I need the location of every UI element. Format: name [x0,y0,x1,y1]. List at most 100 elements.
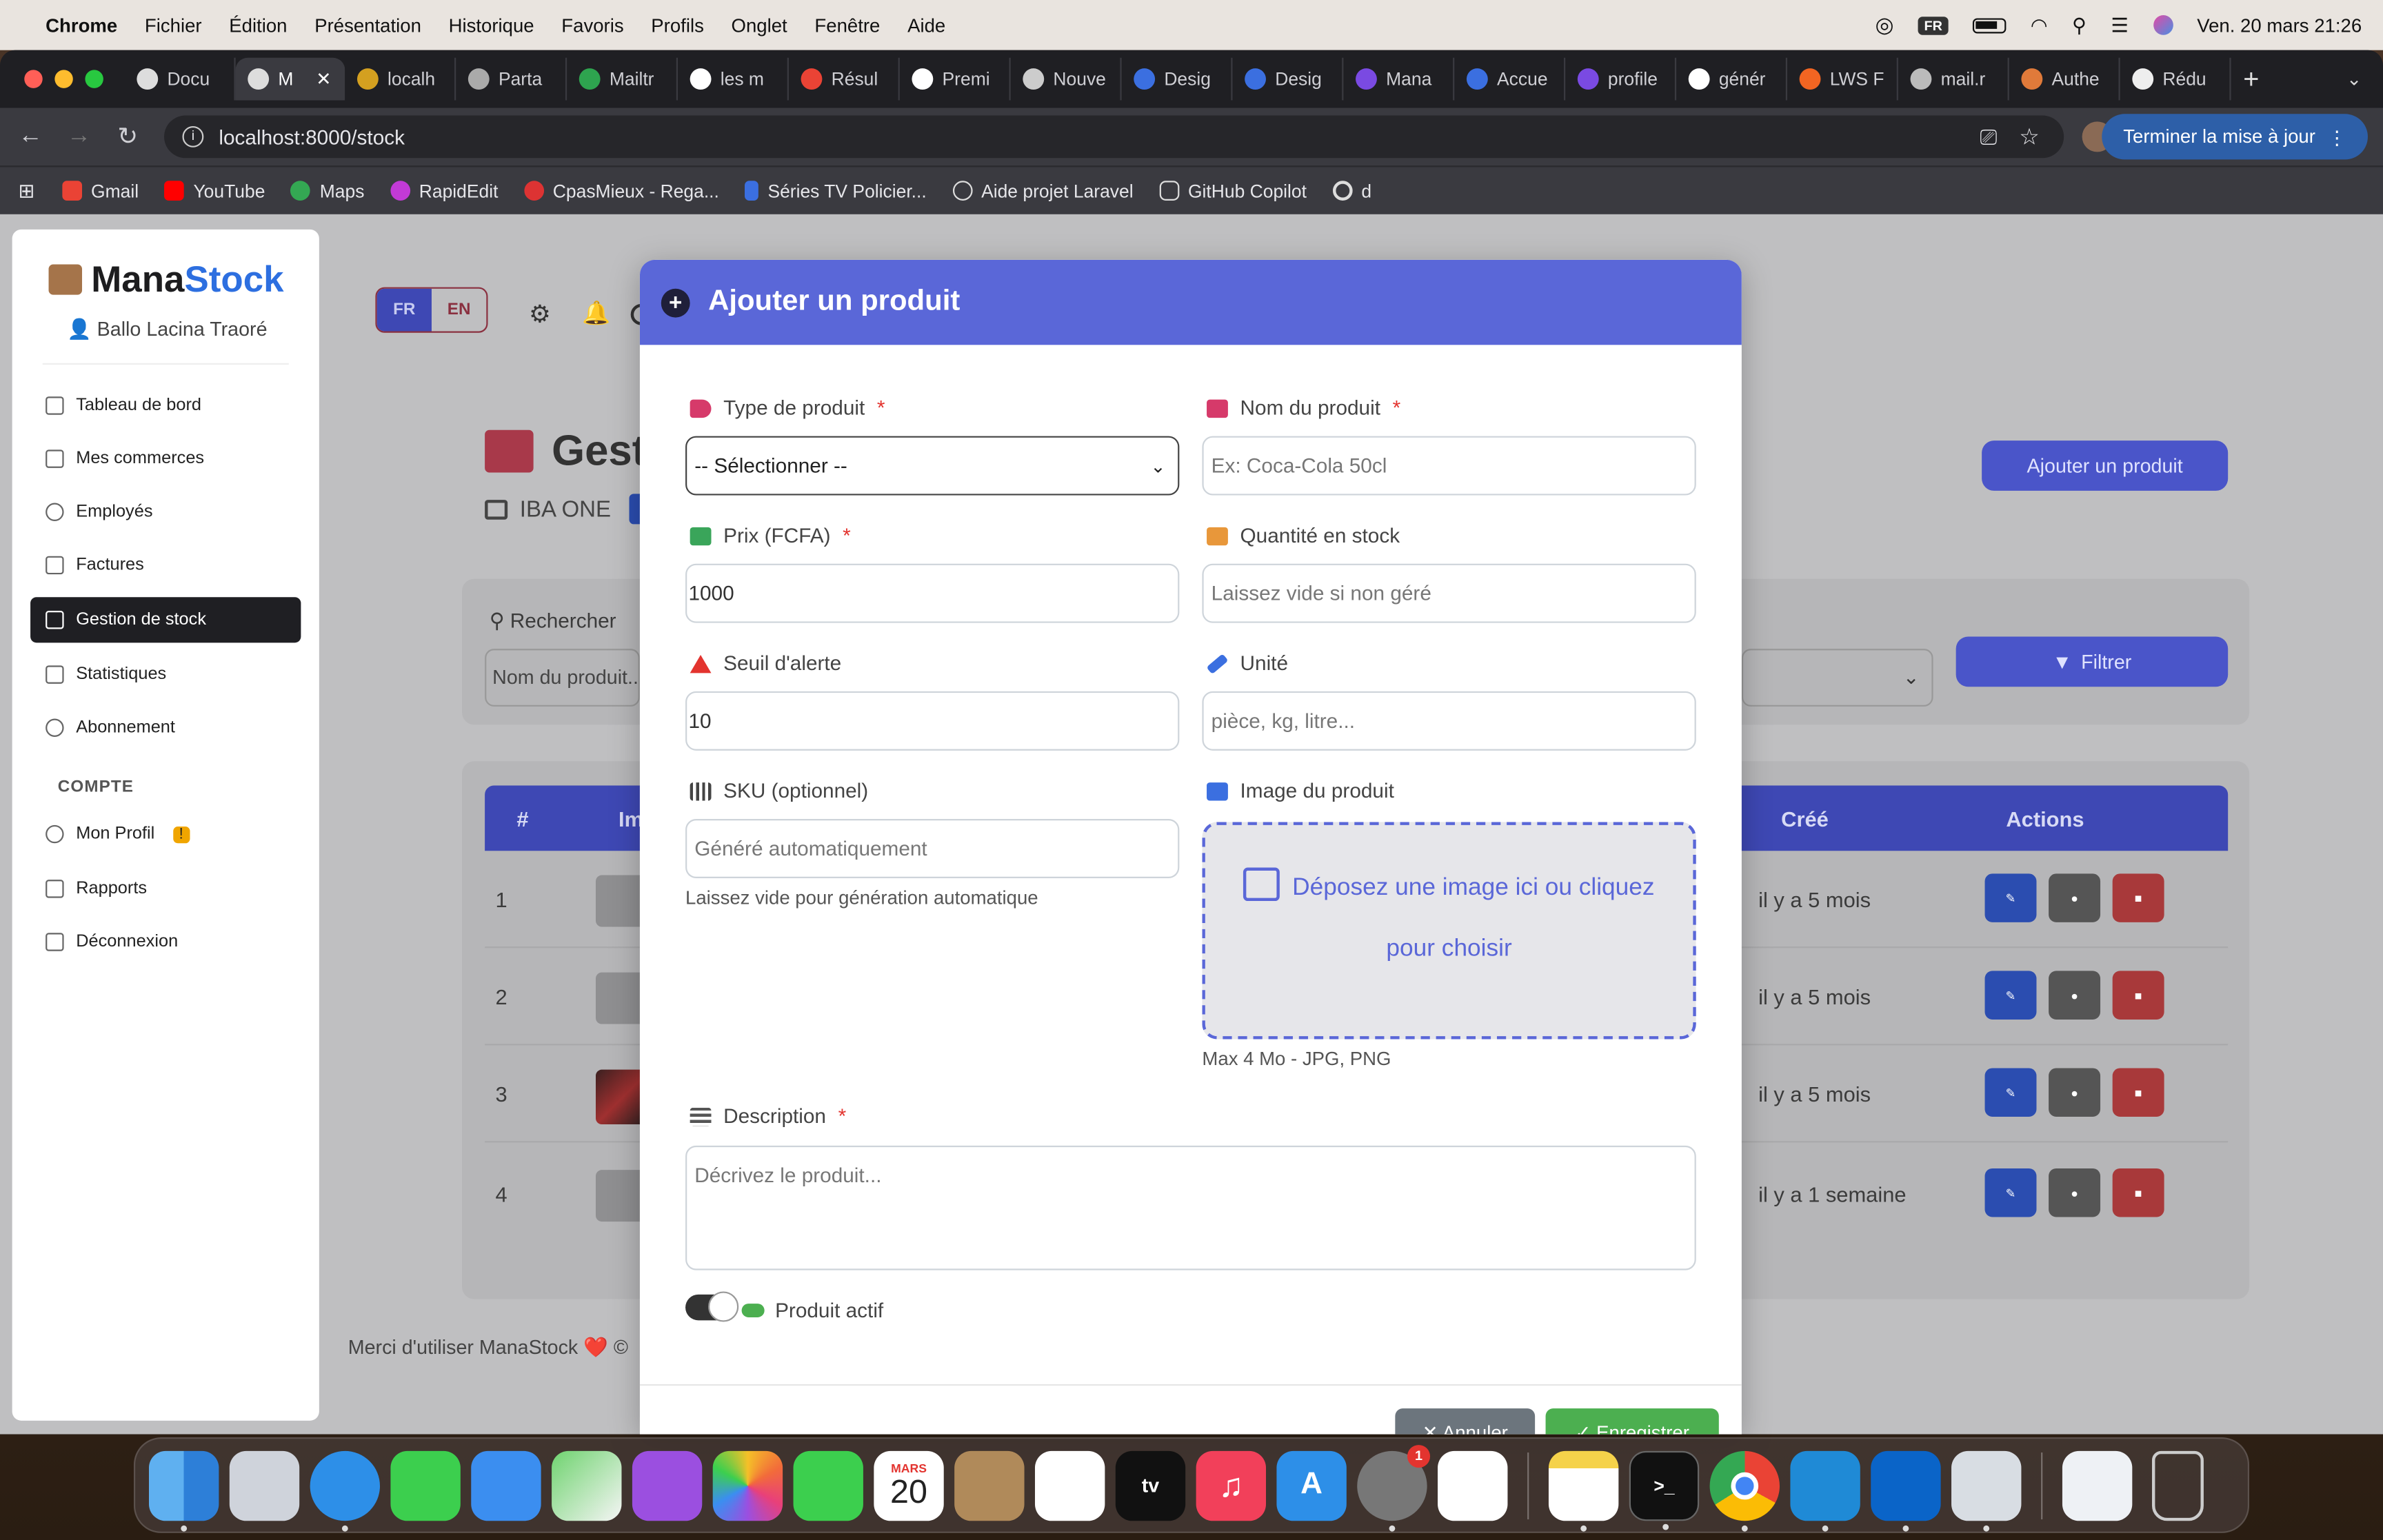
browser-tab[interactable]: Accue [1454,57,1566,101]
messages-icon[interactable] [390,1450,461,1521]
active-toggle[interactable] [685,1291,739,1322]
maps-icon[interactable] [552,1450,622,1521]
sku-input[interactable]: Généré automatiquement [685,819,1180,878]
view-button[interactable]: ● [2049,971,2101,1020]
browser-tab[interactable]: génér [1676,57,1787,101]
sidebar-item-reports[interactable]: Rapports [30,866,301,911]
finder-icon[interactable] [148,1450,219,1531]
browser-tab[interactable]: Mailtr [567,57,678,101]
reload-icon[interactable]: ↻ [103,121,152,152]
cancel-button[interactable]: ✕ Annuler [1395,1408,1536,1435]
browser-tab[interactable]: LWS F [1787,57,1898,101]
category-select[interactable]: ⌄ [1741,649,1933,707]
sidebar-item-employees[interactable]: Employés [30,489,301,535]
close-window-button[interactable] [24,70,43,88]
bookmark-aide-laravel[interactable]: Aide projet Laravel [952,180,1134,201]
music-icon[interactable]: ♫ [1196,1450,1266,1521]
url-text[interactable]: localhost:8000/stock [219,125,405,148]
view-button[interactable]: ● [2049,873,2101,922]
menu-fichier[interactable]: Fichier [145,14,202,36]
app-logo[interactable]: ManaStock [48,260,284,303]
delete-button[interactable]: ■ [2112,1068,2164,1117]
zoom-window-button[interactable] [85,70,103,88]
description-textarea[interactable]: Décrivez le produit... [685,1145,1696,1270]
battery-icon[interactable] [1973,17,2007,33]
unit-input[interactable]: pièce, kg, litre... [1202,691,1696,751]
filter-button[interactable]: ▼ Filtrer [1955,636,2229,687]
lang-en-button[interactable]: EN [432,289,486,332]
wifi-icon[interactable]: ◠ [2031,13,2048,37]
close-tab-icon[interactable]: ✕ [316,68,331,90]
view-button[interactable]: ● [2049,1068,2101,1117]
back-icon[interactable]: ← [6,123,55,151]
browser-tab[interactable]: Rédu [2120,57,2231,101]
sidebar-item-profile[interactable]: Mon Profil! [30,811,301,857]
price-input[interactable]: 1000 [685,563,1180,623]
edit-button[interactable]: ✎ [1984,873,2037,922]
launchpad-icon[interactable] [229,1450,300,1521]
delete-button[interactable]: ■ [2112,1168,2164,1217]
view-button[interactable]: ● [2049,1168,2101,1217]
browser-tab[interactable]: Authe [2009,57,2120,101]
edit-button[interactable]: ✎ [1984,1068,2037,1117]
downloads-folder-icon[interactable] [2062,1450,2133,1521]
minimize-window-button[interactable] [54,70,73,88]
menu-profils[interactable]: Profils [651,14,704,36]
browser-tab[interactable]: Résul [789,57,900,101]
settings-icon[interactable]: ⚙ [529,299,551,330]
bookmark-rapidedit[interactable]: RapidEdit [390,180,498,201]
bell-icon[interactable]: 🔔 [582,299,610,326]
menu-favoris[interactable]: Favoris [561,14,623,36]
browser-tab[interactable]: profile [1565,57,1677,101]
bookmark-maps[interactable]: Maps [290,180,364,201]
browser-tab[interactable]: mail.r [1898,57,2009,101]
sidebar-item-subscription[interactable]: Abonnement [30,705,301,751]
calendar-icon[interactable]: MARS 20 [874,1450,944,1521]
sidebar-item-shops[interactable]: Mes commerces [30,436,301,482]
notes-icon[interactable] [1548,1450,1619,1531]
preview-icon[interactable] [1951,1450,2022,1531]
reminders-icon[interactable] [1034,1450,1105,1521]
app-store-icon[interactable]: A [1276,1450,1347,1521]
creative-cloud-icon[interactable]: ◎ [1875,12,1893,38]
menu-aide[interactable]: Aide [907,14,945,36]
edit-button[interactable]: ✎ [1984,971,2037,1020]
sidebar-item-statistics[interactable]: Statistiques [30,652,301,698]
mail-icon[interactable] [471,1450,541,1521]
install-app-icon[interactable]: ⎚ [1980,124,1997,150]
tab-search-chevron-icon[interactable]: ⌄ [2346,68,2362,90]
contacts-icon[interactable] [954,1450,1025,1521]
menu-fenetre[interactable]: Fenêtre [814,14,880,36]
bookmark-youtube[interactable]: YouTube [164,180,265,201]
system-settings-icon[interactable]: 1 [1357,1443,1431,1531]
browser-tab[interactable]: Parta [456,57,567,101]
chrome-icon[interactable] [1709,1450,1780,1531]
apple-tv-icon[interactable]: tv [1115,1450,1186,1521]
menu-onglet[interactable]: Onglet [732,14,787,36]
edit-button[interactable]: ✎ [1984,1168,2037,1217]
new-tab-button[interactable]: + [2243,63,2259,94]
image-dropzone[interactable]: Déposez une image ici ou cliquez pour ch… [1202,822,1696,1040]
bookmark-star-icon[interactable]: ☆ [2019,123,2040,150]
apps-grid-icon[interactable]: ⊞ [18,179,34,203]
input-source-indicator[interactable]: FR [1918,16,1949,34]
facetime-icon[interactable] [793,1450,863,1521]
browser-tab-active[interactable]: M ✕ [235,57,345,101]
terminal-icon[interactable]: >_ [1629,1450,1700,1530]
delete-button[interactable]: ■ [2112,971,2164,1020]
bookmark-github-copilot[interactable]: GitHub Copilot [1159,180,1307,201]
lang-fr-button[interactable]: FR [376,288,432,332]
freeform-icon[interactable] [1438,1450,1508,1521]
update-chrome-button[interactable]: Terminer la mise à jour ⋮ [2102,114,2368,160]
browser-tab[interactable]: localh [345,57,456,101]
menubar-clock[interactable]: Ven. 20 mars 21:26 [2197,14,2362,36]
search-input[interactable]: Nom du produit... [485,649,640,707]
spotlight-search-icon[interactable]: ⚲ [2072,13,2087,37]
browser-tab[interactable]: Mana [1343,57,1455,101]
product-type-select[interactable]: -- Sélectionner -- ⌄ [685,436,1180,496]
sidebar-item-stock[interactable]: Gestion de stock [30,597,301,643]
vscode-icon[interactable] [1790,1450,1860,1531]
browser-tab[interactable]: Desig [1122,57,1233,101]
product-name-input[interactable]: Ex: Coca-Cola 50cl [1202,436,1696,496]
sidebar-item-logout[interactable]: Déconnexion [30,919,301,964]
